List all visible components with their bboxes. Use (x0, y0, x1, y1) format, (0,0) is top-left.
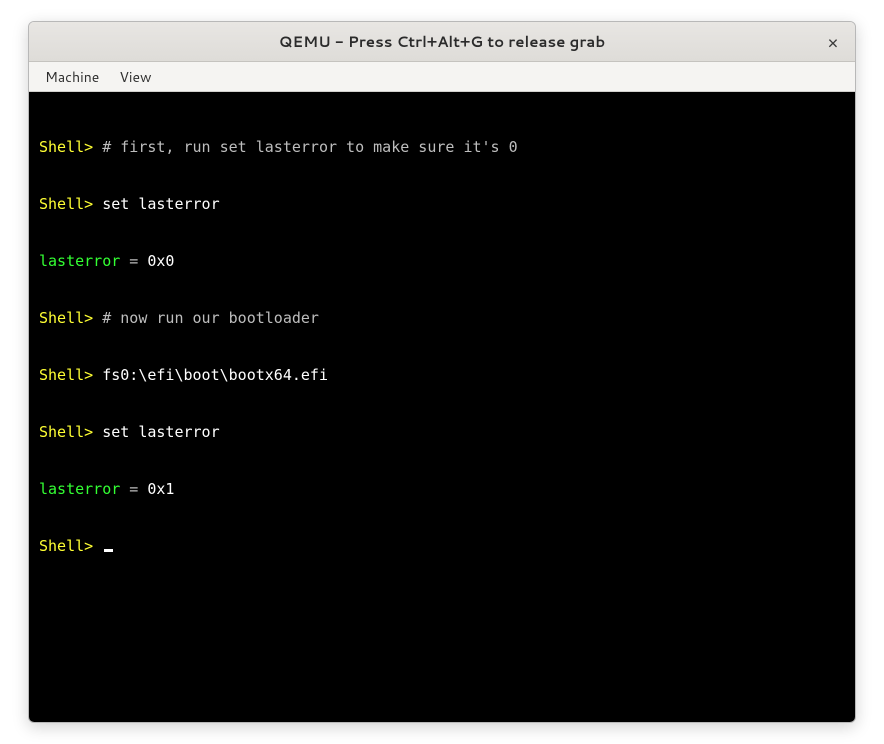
close-icon[interactable]: × (819, 28, 847, 56)
shell-command: set lasterror (102, 423, 219, 441)
terminal-line: Shell> (39, 537, 845, 556)
terminal-line: lasterror = 0x0 (39, 252, 845, 271)
shell-command: set lasterror (102, 195, 219, 213)
titlebar[interactable]: QEMU - Press Ctrl+Alt+G to release grab … (29, 22, 855, 62)
shell-prompt: Shell> (39, 138, 102, 156)
qemu-window: QEMU - Press Ctrl+Alt+G to release grab … (28, 21, 856, 723)
menu-view[interactable]: View (109, 63, 161, 91)
terminal-line: Shell> set lasterror (39, 195, 845, 214)
terminal-viewport[interactable]: Shell> # first, run set lasterror to mak… (29, 92, 855, 722)
terminal-line: Shell> # now run our bootloader (39, 309, 845, 328)
shell-comment: # first, run set lasterror to make sure … (102, 138, 517, 156)
window-title: QEMU - Press Ctrl+Alt+G to release grab (279, 31, 605, 52)
shell-var: lasterror (39, 252, 120, 270)
shell-equals: = (120, 252, 147, 270)
shell-prompt: Shell> (39, 366, 102, 384)
terminal-line: Shell> # first, run set lasterror to mak… (39, 138, 845, 157)
shell-prompt: Shell> (39, 309, 102, 327)
shell-prompt: Shell> (39, 195, 102, 213)
menubar: Machine View (29, 62, 855, 92)
shell-value: 0x0 (147, 252, 174, 270)
shell-var: lasterror (39, 480, 120, 498)
shell-comment: # now run our bootloader (102, 309, 319, 327)
menu-machine[interactable]: Machine (35, 63, 109, 91)
terminal-line: Shell> set lasterror (39, 423, 845, 442)
terminal-line: Shell> fs0:\efi\boot\bootx64.efi (39, 366, 845, 385)
shell-command: fs0:\efi\boot\bootx64.efi (102, 366, 328, 384)
cursor-icon (104, 549, 113, 552)
shell-prompt: Shell> (39, 537, 102, 555)
shell-value: 0x1 (147, 480, 174, 498)
shell-equals: = (120, 480, 147, 498)
terminal-line: lasterror = 0x1 (39, 480, 845, 499)
shell-prompt: Shell> (39, 423, 102, 441)
